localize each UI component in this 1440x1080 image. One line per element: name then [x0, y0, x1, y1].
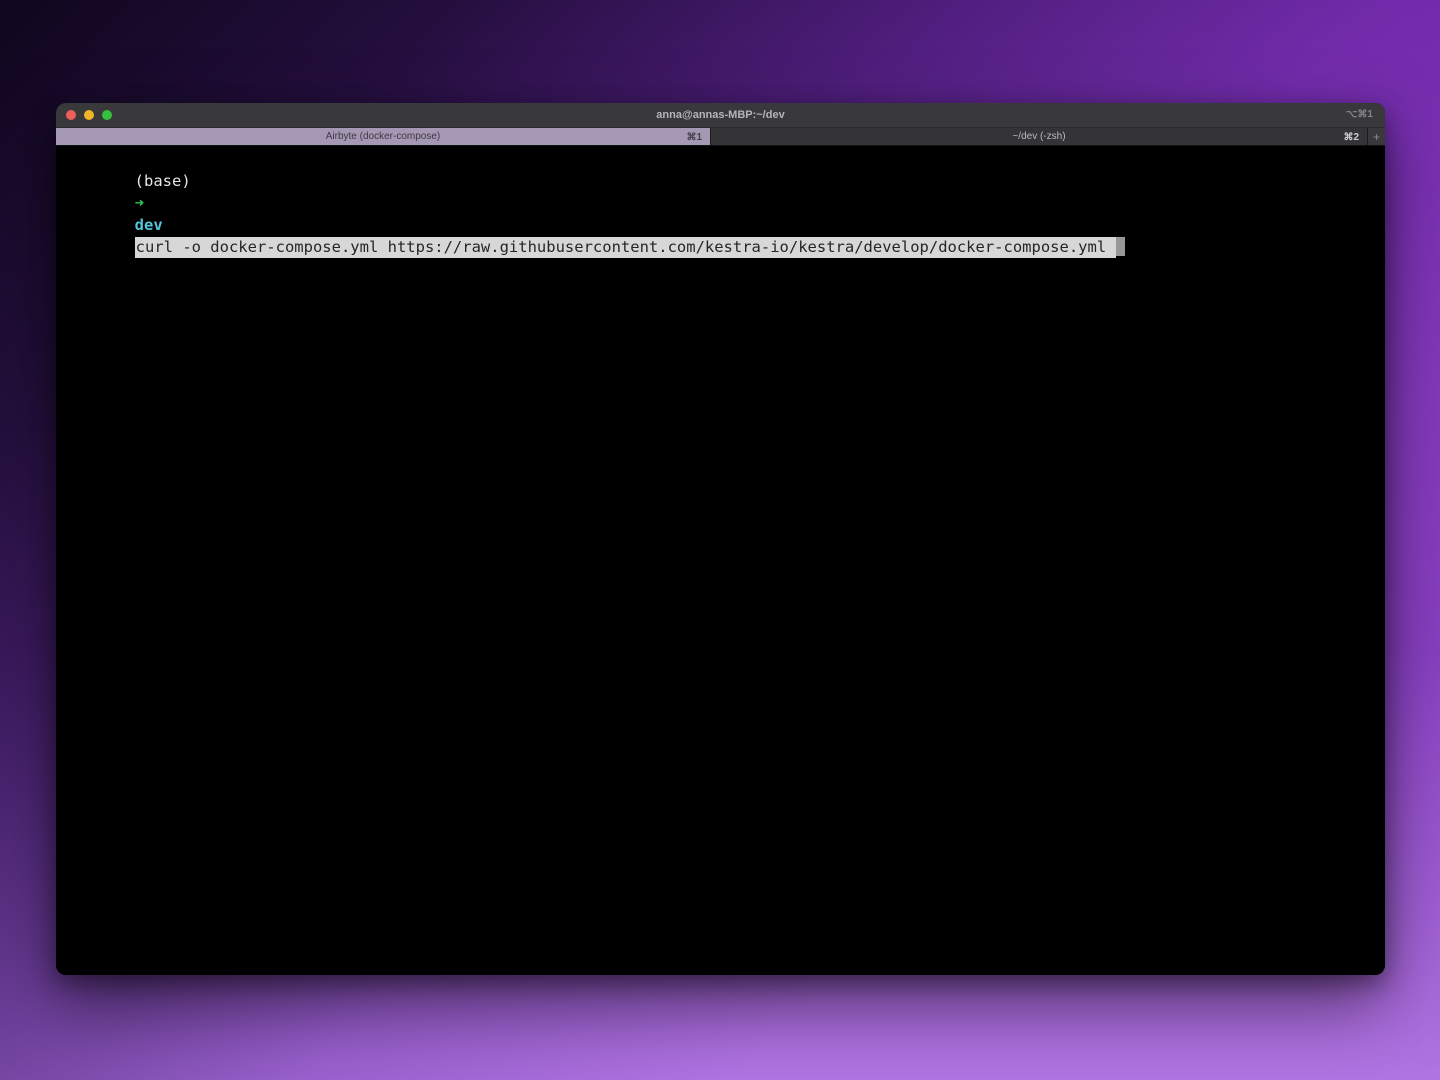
tab-airbyte-docker-compose[interactable]: Airbyte (docker-compose) ⌘1: [56, 128, 711, 145]
prompt-arrow-icon: ➜: [135, 194, 144, 212]
close-button[interactable]: [66, 110, 76, 120]
command-text-selected: curl -o docker-compose.yml https://raw.g…: [135, 237, 1116, 258]
plus-icon: +: [1373, 130, 1380, 144]
window-title: anna@annas-MBP:~/dev: [56, 103, 1385, 127]
tab-label: ~/dev (-zsh): [1012, 131, 1065, 142]
terminal-window: anna@annas-MBP:~/dev ⌥⌘1 Airbyte (docker…: [56, 103, 1385, 975]
tab-bar: Airbyte (docker-compose) ⌘1 ~/dev (-zsh)…: [56, 127, 1385, 146]
zoom-button[interactable]: [102, 110, 112, 120]
terminal-content-area[interactable]: (base) ➜ dev curl -o docker-compose.yml …: [56, 146, 1385, 975]
prompt-directory: dev: [135, 216, 163, 234]
titlebar[interactable]: anna@annas-MBP:~/dev ⌥⌘1: [56, 103, 1385, 127]
conda-env-label: (base): [135, 172, 191, 190]
prompt-line: (base) ➜ dev curl -o docker-compose.yml …: [60, 148, 1381, 280]
terminal-cursor: [1116, 237, 1125, 256]
tab-dev-zsh[interactable]: ~/dev (-zsh) ⌘2: [711, 128, 1368, 145]
tab-label: Airbyte (docker-compose): [326, 131, 440, 142]
tab-shortcut-badge: ⌘1: [686, 128, 702, 145]
new-tab-button[interactable]: +: [1368, 128, 1385, 145]
traffic-lights: [56, 110, 112, 120]
tab-shortcut-badge: ⌘2: [1343, 128, 1359, 145]
minimize-button[interactable]: [84, 110, 94, 120]
window-shortcut-hint: ⌥⌘1: [1346, 103, 1373, 127]
desktop-background: anna@annas-MBP:~/dev ⌥⌘1 Airbyte (docker…: [0, 0, 1440, 1080]
